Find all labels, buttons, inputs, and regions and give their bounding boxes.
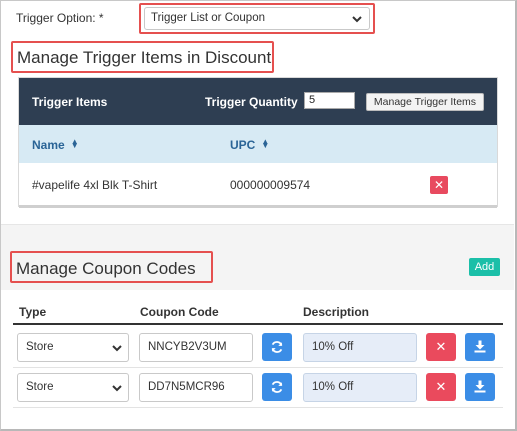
coupon-type-select[interactable]: Store <box>17 333 129 362</box>
column-type: Type <box>19 305 47 319</box>
close-icon: ✕ <box>435 339 447 354</box>
sort-icon: ▲ ▼ <box>261 137 270 150</box>
download-icon <box>474 340 486 353</box>
download-coupon-button[interactable] <box>465 373 495 401</box>
delete-coupon-button[interactable]: ✕ <box>426 373 456 401</box>
coupon-code-input[interactable]: DD7N5MCR96 <box>139 373 253 402</box>
highlight-trigger-title <box>11 41 274 73</box>
download-coupon-button[interactable] <box>465 333 495 361</box>
highlight-coupon-title <box>10 251 213 283</box>
column-upc-label: UPC <box>230 138 256 152</box>
horizontal-scrollbar[interactable] <box>19 205 497 208</box>
coupon-code-input[interactable]: NNCYB2V3UM <box>139 333 253 362</box>
column-upc[interactable]: UPC ▲ ▼ <box>230 137 270 153</box>
chevron-down-icon <box>112 345 122 352</box>
coupon-description-input[interactable]: 10% Off <box>303 373 417 402</box>
close-icon[interactable]: ✕ <box>430 176 448 194</box>
column-name[interactable]: Name ▲ ▼ <box>32 137 79 153</box>
coupon-type-value: Store <box>26 381 54 393</box>
highlight-trigger-select <box>139 3 375 34</box>
trigger-items-panel-header: Trigger Items Trigger Quantity 5 Manage … <box>19 78 497 125</box>
manage-trigger-items-button[interactable]: Manage Trigger Items <box>366 93 484 111</box>
trigger-items-column-header: Name ▲ ▼ UPC ▲ ▼ <box>19 125 497 163</box>
close-icon: ✕ <box>435 379 447 394</box>
delete-coupon-button[interactable]: ✕ <box>426 333 456 361</box>
coupon-type-select[interactable]: Store <box>17 373 129 402</box>
refresh-icon <box>271 341 283 353</box>
trigger-items-panel: Trigger Items Trigger Quantity 5 Manage … <box>18 77 498 208</box>
trigger-item-upc: 000000009574 <box>230 178 311 192</box>
refresh-icon <box>271 381 283 393</box>
trigger-option-label: Trigger Option: * <box>16 11 104 25</box>
regenerate-code-button[interactable] <box>262 333 292 361</box>
column-name-label: Name <box>32 138 65 152</box>
column-description: Description <box>303 305 370 319</box>
chevron-down-icon <box>112 385 122 392</box>
trigger-item-name: #vapelife 4xl Blk T-Shirt <box>32 178 158 192</box>
table-row: #vapelife 4xl Blk T-Shirt 000000009574 ✕ <box>19 163 497 207</box>
column-coupon-code: Coupon Code <box>140 305 219 319</box>
trigger-quantity-input[interactable]: 5 <box>304 92 355 109</box>
row-divider <box>13 407 503 408</box>
add-coupon-button[interactable]: Add <box>469 258 500 276</box>
regenerate-code-button[interactable] <box>262 373 292 401</box>
trigger-items-panel-title: Trigger Items <box>32 95 108 109</box>
table-header-divider <box>13 323 503 325</box>
coupon-description-input[interactable]: 10% Off <box>303 333 417 362</box>
row-divider <box>13 367 503 368</box>
trigger-quantity-label: Trigger Quantity <box>205 95 298 109</box>
sort-icon: ▲ ▼ <box>70 137 79 150</box>
coupon-type-value: Store <box>26 341 54 353</box>
download-icon <box>474 380 486 393</box>
